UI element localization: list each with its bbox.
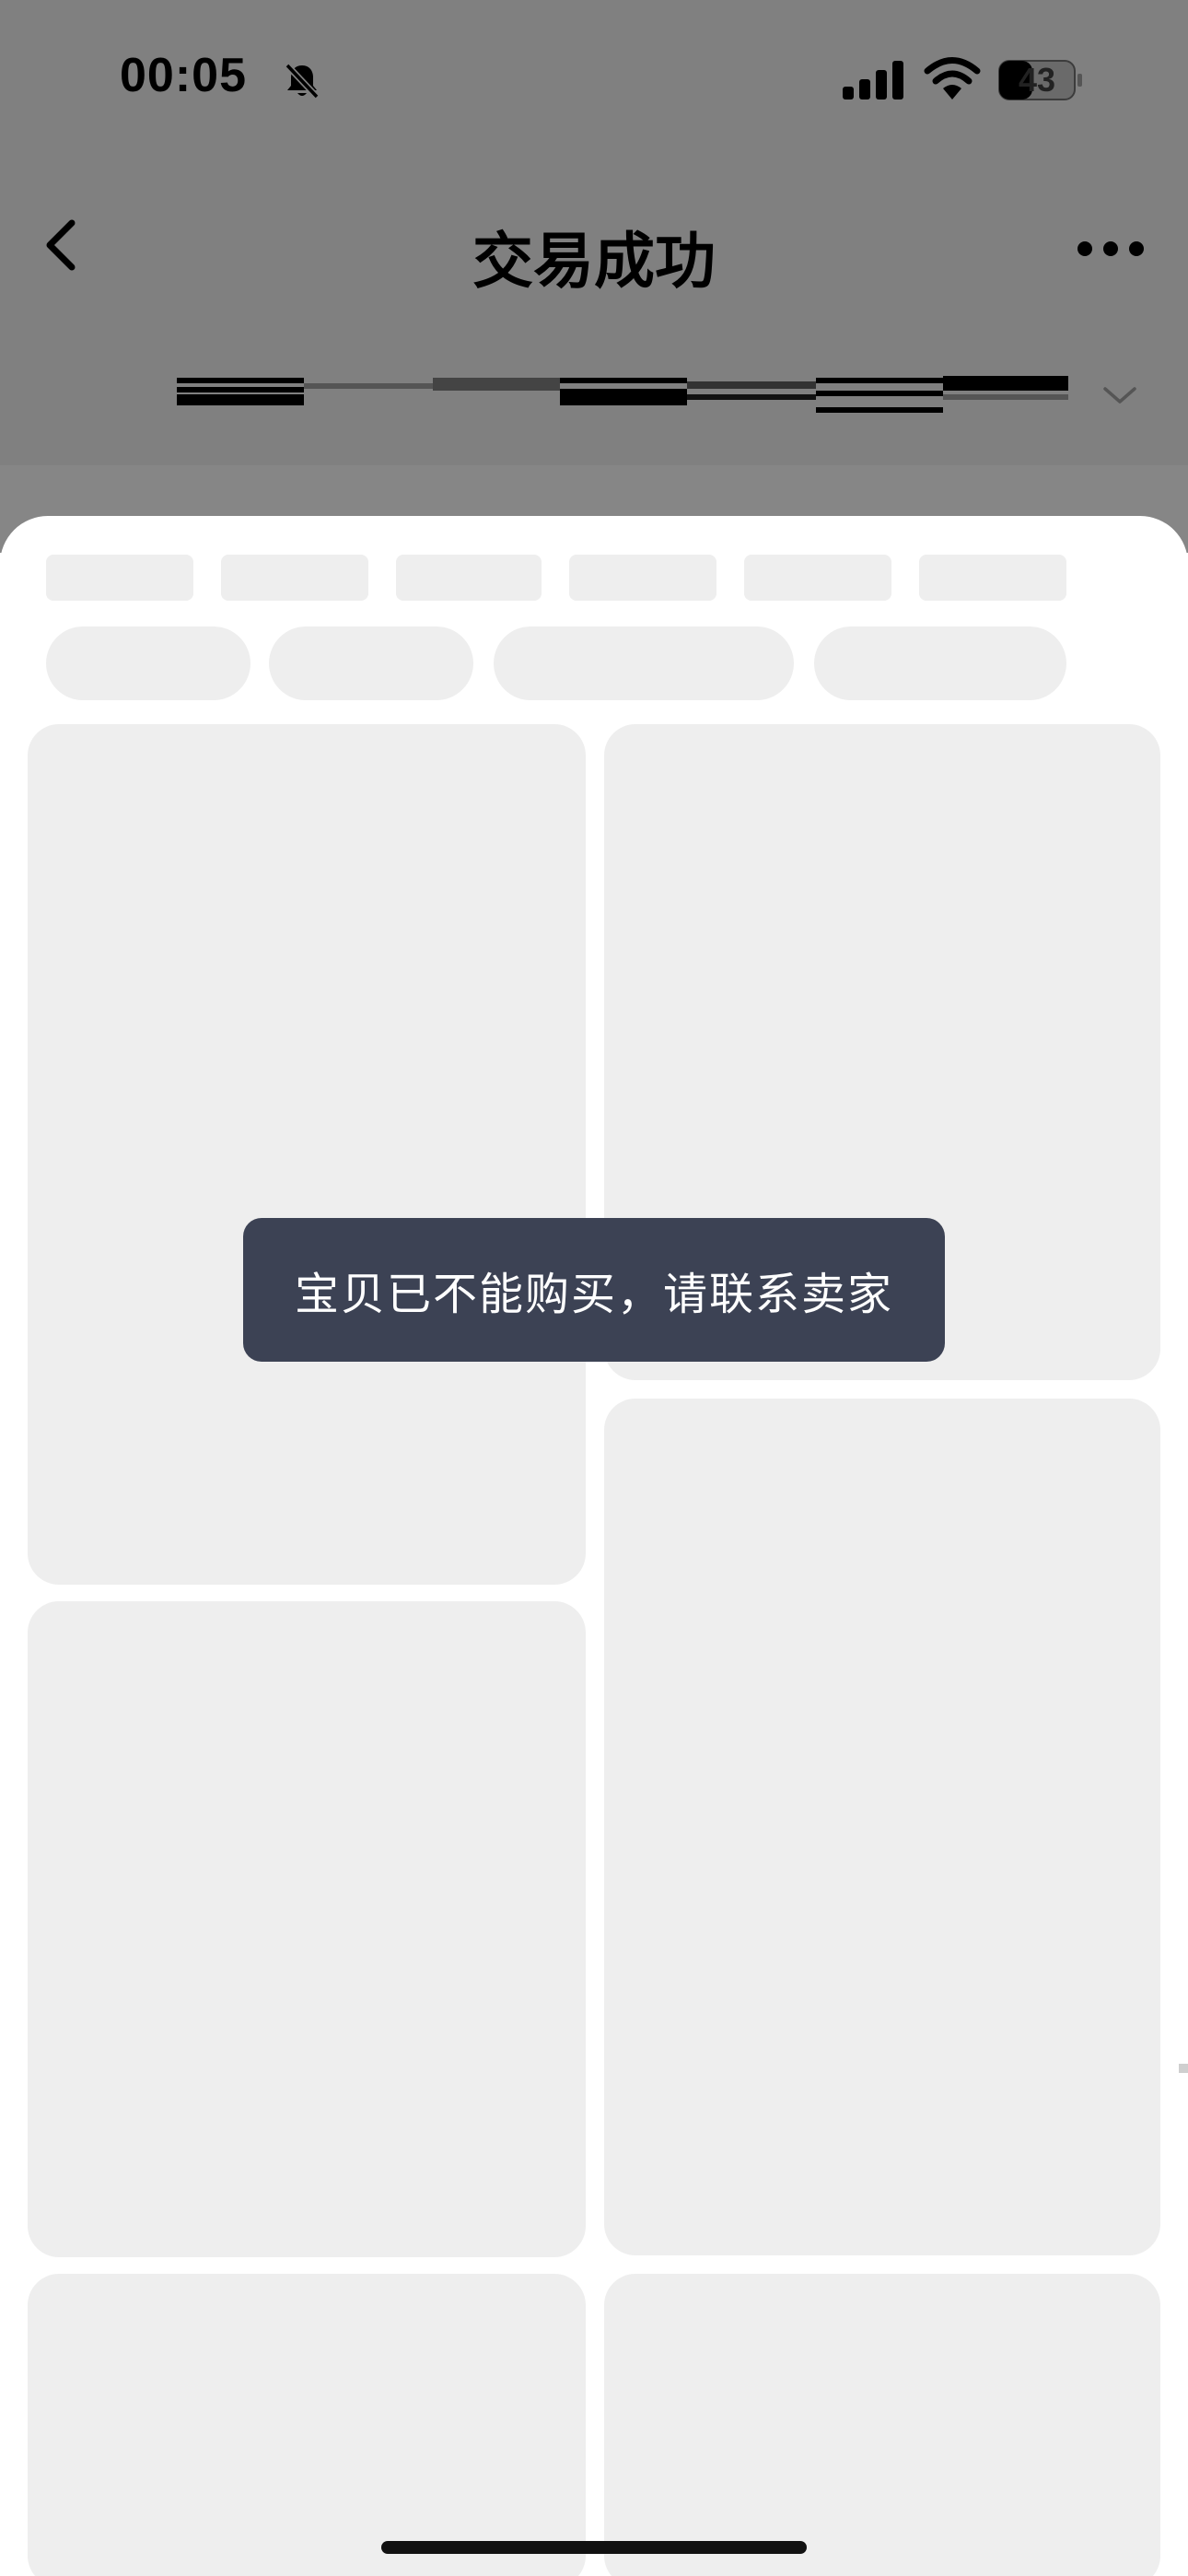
page-title: 交易成功 [472, 227, 716, 295]
skeleton-chip [46, 555, 193, 601]
status-time: 00:05 [120, 49, 247, 102]
wifi-icon [924, 57, 981, 100]
more-icon[interactable] [1076, 236, 1146, 262]
skeleton-card [28, 724, 586, 1585]
home-indicator[interactable] [381, 2541, 807, 2554]
redacted-strip [177, 376, 1068, 413]
skeleton-card [28, 2274, 586, 2576]
battery-level: 43 [1018, 61, 1056, 99]
scroll-indicator [1179, 2064, 1188, 2073]
toast: 宝贝已不能购买，请联系卖家 [243, 1218, 945, 1362]
skeleton-chip [569, 555, 716, 601]
skeleton-chip [396, 555, 542, 601]
skeleton-pill [494, 626, 794, 700]
skeleton-chip [919, 555, 1066, 601]
skeleton-pill [46, 626, 250, 700]
skeleton-card [28, 1601, 586, 2257]
skeleton-card [604, 1399, 1160, 2255]
chevron-down-icon[interactable] [1100, 381, 1140, 409]
battery-icon: 43 [998, 60, 1083, 100]
skeleton-pill [269, 626, 473, 700]
skeleton-chip [744, 555, 891, 601]
signal-icon [843, 61, 903, 100]
toast-message: 宝贝已不能购买，请联系卖家 [294, 1269, 893, 1320]
bell-muted-icon [285, 63, 320, 100]
skeleton-card [604, 2274, 1160, 2576]
skeleton-chip [221, 555, 368, 601]
skeleton-pill [814, 626, 1066, 700]
